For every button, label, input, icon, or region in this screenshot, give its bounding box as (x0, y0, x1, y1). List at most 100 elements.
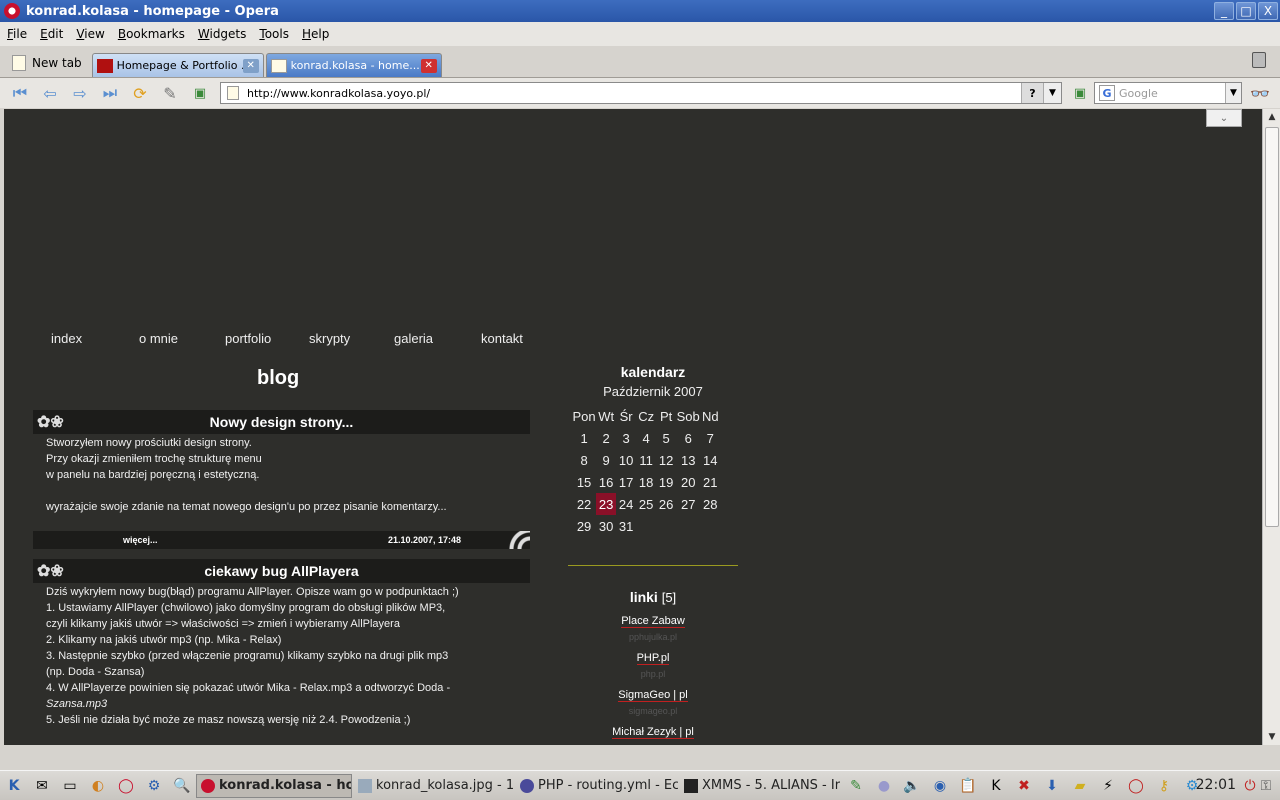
task-image-viewer[interactable]: konrad_kolasa.jpg - 1 (354, 774, 514, 798)
clock[interactable]: 22:01 (1196, 777, 1236, 793)
calendar-day[interactable]: 30 (596, 515, 616, 537)
menu-file[interactable]: File (7, 27, 27, 41)
nav-portfolio[interactable]: portfolio (225, 331, 271, 346)
calendar-day[interactable]: 1 (572, 427, 596, 449)
firefox-icon[interactable]: ◐ (86, 775, 110, 797)
read-more-link[interactable]: więcej... (123, 535, 158, 545)
history-dropdown-icon[interactable]: ▼ (1043, 83, 1061, 103)
vertical-scrollbar[interactable]: ▲ ▼ (1262, 109, 1280, 745)
menu-help[interactable]: Help (302, 27, 329, 41)
minimize-button[interactable]: _ (1214, 2, 1234, 20)
nav-kontakt[interactable]: kontakt (481, 331, 523, 346)
link-item[interactable]: Michał Zezyk | pl (612, 726, 694, 739)
plug-icon[interactable]: ⚡ (1096, 775, 1120, 797)
calendar-day[interactable]: 22 (572, 493, 596, 515)
calendar-day[interactable]: 24 (616, 493, 636, 515)
nav-index[interactable]: index (51, 331, 82, 346)
calendar-day[interactable]: 2 (596, 427, 616, 449)
circle-tray-icon[interactable]: ● (872, 775, 896, 797)
tab-homepage-portfolio[interactable]: Homepage & Portfolio ... ✕ (91, 53, 264, 77)
calendar-day[interactable]: 28 (700, 493, 720, 515)
disconnect-icon[interactable]: ✖ (1012, 775, 1036, 797)
calendar-day[interactable]: 6 (676, 427, 700, 449)
lock-icon[interactable]: ⚿ (1254, 775, 1278, 797)
search-icon[interactable]: 🔍 (170, 775, 194, 797)
calendar-day[interactable]: 5 (656, 427, 676, 449)
link-item[interactable]: PHP.pl (636, 652, 670, 665)
add-search-icon[interactable]: ▣ (1068, 82, 1092, 104)
search-field[interactable]: G Google ▼ (1094, 82, 1242, 104)
page-dropdown-icon[interactable]: ⌄ (1206, 109, 1242, 127)
nav-o-mnie[interactable]: o mnie (139, 331, 178, 346)
post-title[interactable]: ciekawy bug AllPlayera (204, 563, 358, 579)
zoom-glasses-icon[interactable]: 👓 (1250, 84, 1270, 103)
calendar-day-today[interactable]: 23 (596, 493, 617, 515)
calendar-day[interactable]: 15 (572, 471, 596, 493)
calendar-day[interactable]: 18 (636, 471, 656, 493)
mail-icon[interactable]: ✉ (30, 775, 54, 797)
task-xmms[interactable]: XMMS - 5. ALIANS - Ir (680, 774, 840, 798)
nav-skrypty[interactable]: skrypty (309, 331, 350, 346)
clipboard-icon[interactable]: 📋 (956, 775, 980, 797)
volume-icon[interactable]: 🔈 (900, 775, 924, 797)
menu-edit[interactable]: Edit (40, 27, 63, 41)
kde-menu-icon[interactable]: K (2, 775, 26, 797)
scroll-down-icon[interactable]: ▼ (1263, 729, 1280, 745)
nav-galeria[interactable]: galeria (394, 331, 433, 346)
site-info-button[interactable]: ? (1021, 83, 1043, 103)
calendar-day[interactable]: 10 (616, 449, 636, 471)
calendar-day[interactable]: 9 (596, 449, 616, 471)
rewind-icon[interactable]: ⏮ (8, 82, 32, 104)
keyboard-icon[interactable]: K (984, 775, 1008, 797)
tab-close-icon[interactable]: ✕ (242, 58, 259, 73)
calendar-day[interactable]: 7 (700, 427, 720, 449)
forward-icon[interactable]: ⇨ (68, 82, 92, 104)
scroll-up-icon[interactable]: ▲ (1263, 109, 1280, 125)
tab-close-icon[interactable]: ✕ (420, 58, 437, 73)
calendar-day[interactable]: 13 (676, 449, 700, 471)
maximize-button[interactable]: □ (1236, 2, 1256, 20)
calendar-day[interactable]: 16 (596, 471, 616, 493)
menu-bookmarks[interactable]: Bookmarks (118, 27, 185, 41)
fast-forward-icon[interactable]: ⏭ (98, 82, 122, 104)
link-item[interactable]: SigmaGeo | pl (618, 689, 688, 702)
back-icon[interactable]: ⇦ (38, 82, 62, 104)
keys-icon[interactable]: ⚷ (1152, 775, 1176, 797)
link-item[interactable]: Place Zabaw (621, 615, 685, 628)
calendar-day[interactable]: 8 (572, 449, 596, 471)
address-field[interactable]: http://www.konradkolasa.yoyo.pl/ ? ▼ (220, 82, 1062, 104)
close-button[interactable]: X (1258, 2, 1278, 20)
notes-icon[interactable]: ▰ (1068, 775, 1092, 797)
menu-widgets[interactable]: Widgets (198, 27, 247, 41)
menu-view[interactable]: View (76, 27, 104, 41)
edit-icon[interactable]: ✎ (158, 82, 182, 104)
calendar-day[interactable]: 29 (572, 515, 596, 537)
calendar-day[interactable]: 4 (636, 427, 656, 449)
network-icon[interactable]: ◉ (928, 775, 952, 797)
calendar-day[interactable]: 20 (676, 471, 700, 493)
calendar-day[interactable]: 14 (700, 449, 720, 471)
search-engine-dropdown-icon[interactable]: ▼ (1225, 83, 1241, 103)
tab-konrad-kolasa[interactable]: konrad.kolasa - home... ✕ (265, 53, 442, 77)
post-title[interactable]: Nowy design strony... (210, 414, 354, 430)
opera-tray-icon[interactable]: ◯ (1124, 775, 1148, 797)
calendar-day[interactable]: 11 (636, 449, 656, 471)
url-text[interactable]: http://www.konradkolasa.yoyo.pl/ (247, 87, 1021, 100)
calendar-day[interactable]: 17 (616, 471, 636, 493)
task-eclipse[interactable]: PHP - routing.yml - Ec (516, 774, 678, 798)
trash-icon[interactable] (1252, 52, 1266, 68)
pen-tray-icon[interactable]: ✎ (844, 775, 868, 797)
calendar-day[interactable]: 19 (656, 471, 676, 493)
calendar-day[interactable]: 26 (656, 493, 676, 515)
terminal-icon[interactable]: ▭ (58, 775, 82, 797)
calendar-day[interactable]: 27 (676, 493, 700, 515)
calendar-day[interactable]: 31 (616, 515, 636, 537)
reload-icon[interactable]: ⟳ (128, 82, 152, 104)
menu-tools[interactable]: Tools (259, 27, 289, 41)
calendar-day[interactable]: 12 (656, 449, 676, 471)
scrollbar-thumb[interactable] (1265, 127, 1279, 527)
new-tab-button[interactable]: New tab (6, 49, 88, 77)
bookmark-icon[interactable]: ▣ (188, 82, 212, 104)
opera-launcher-icon[interactable]: ◯ (114, 775, 138, 797)
download-icon[interactable]: ⬇ (1040, 775, 1064, 797)
